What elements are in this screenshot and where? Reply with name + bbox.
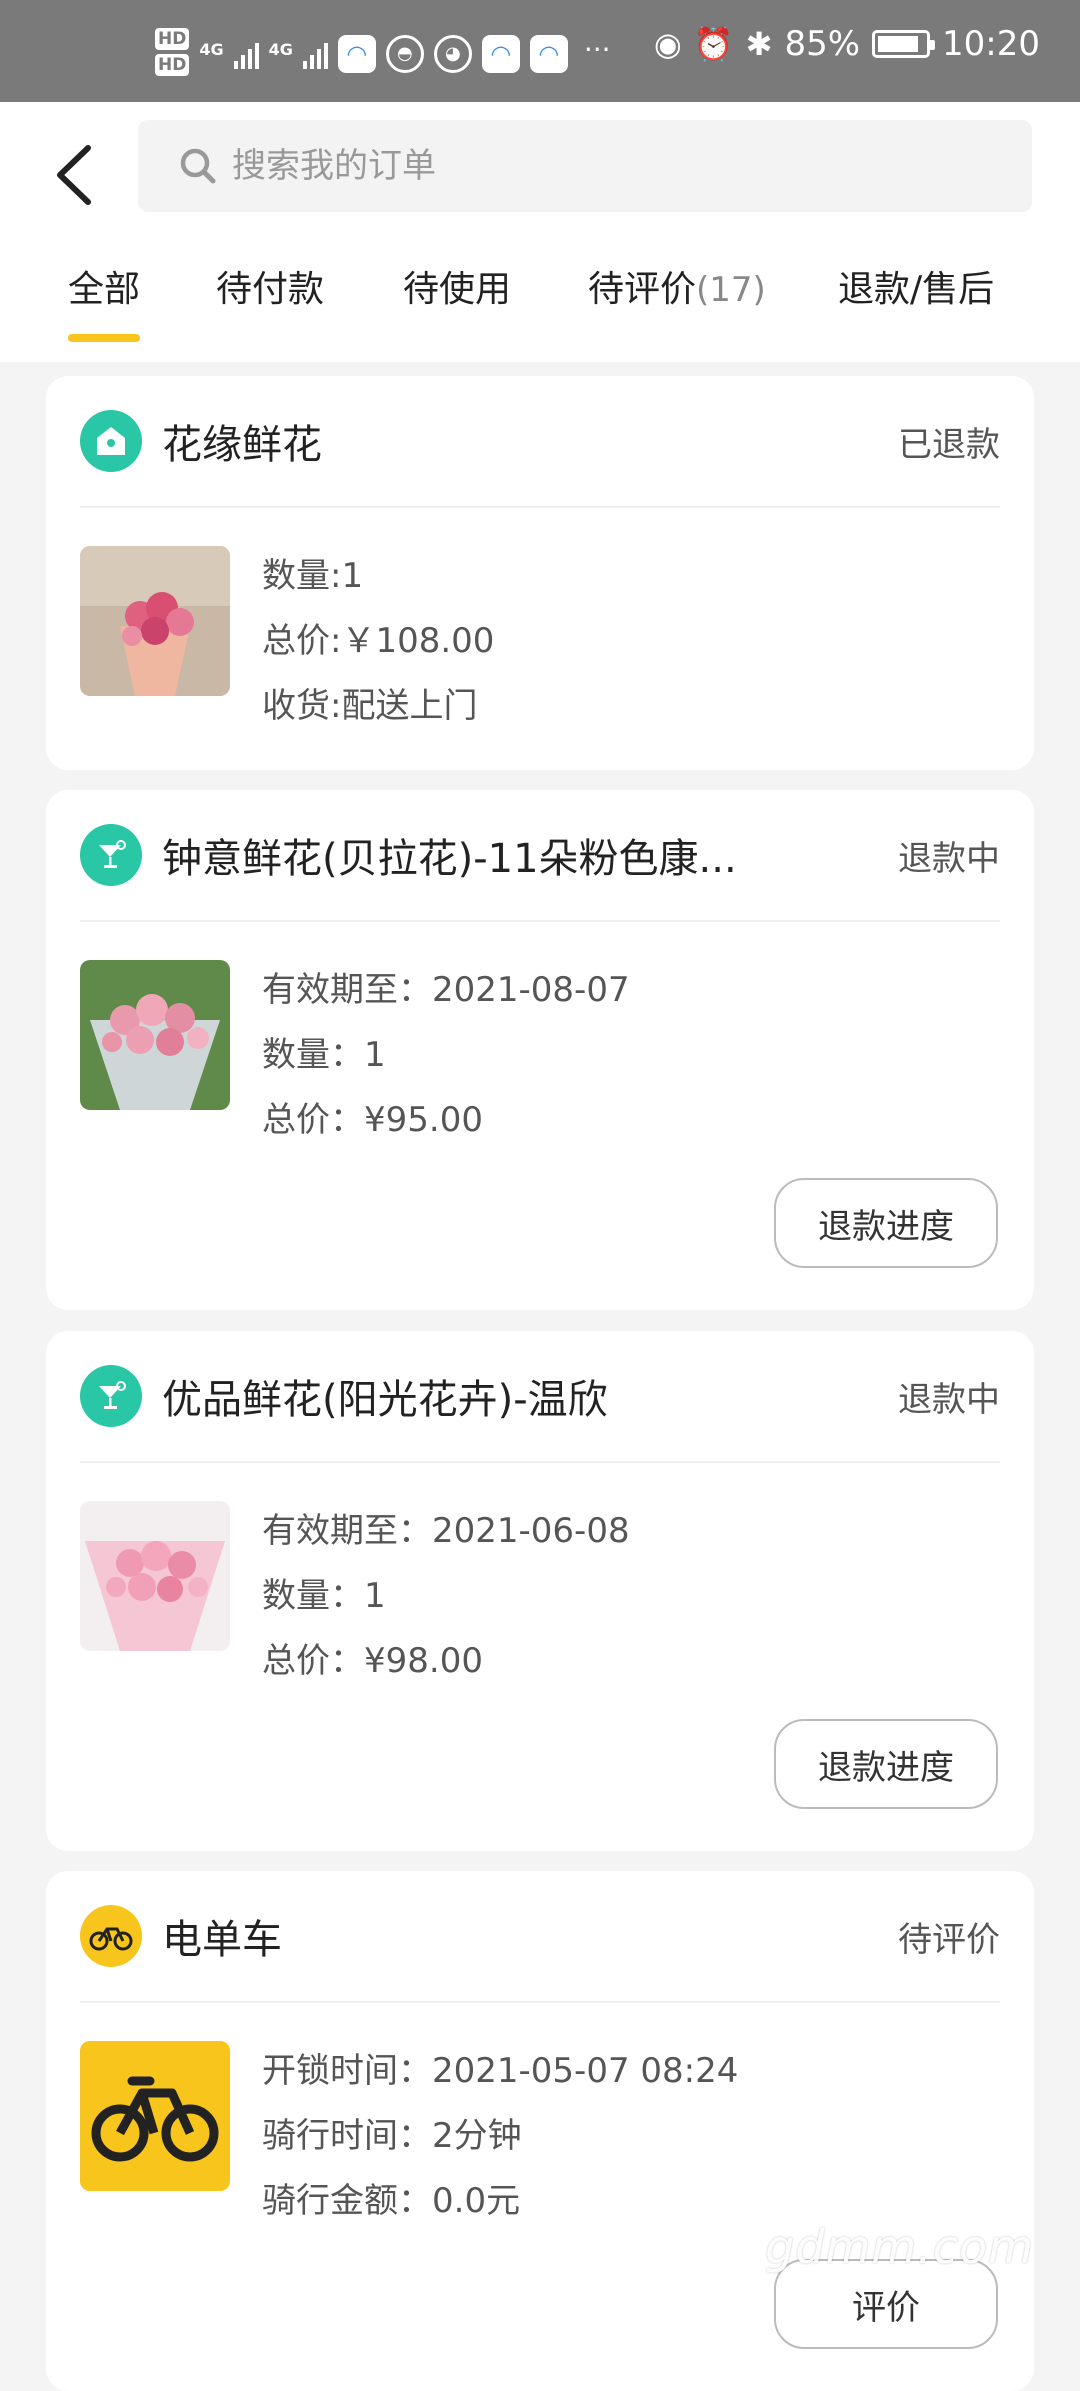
search-bar[interactable] [138,120,1032,212]
shop-name: 钟意鲜花(贝拉花)-11朵粉色康... [162,826,737,884]
product-image-bouquet[interactable] [80,546,230,696]
cocktail-icon [80,824,142,886]
bluetooth-icon: ✱ [746,25,773,63]
header: 全部 待付款 待使用 待评价(17) 退款/售后 [0,102,1080,362]
signal-icon [234,39,259,69]
order-status: 退款中 [898,831,1000,880]
shop-name: 花缘鲜花 [162,412,322,470]
tab-all[interactable]: 全部 [68,260,140,312]
total-price: 总价:￥108.00 [262,609,494,674]
alarm-icon: ⏰ [694,25,734,63]
product-image-bouquet[interactable] [80,1501,230,1651]
ebike-image[interactable] [80,2041,230,2191]
divider [80,2001,1000,2003]
order-status: 已退款 [898,417,1000,466]
app-notification-icon-3: ◠ [530,35,568,73]
quantity: 数量：1 [262,1023,630,1088]
status-bar: HD HD 4G 4G ◠ ◓ ◕ ◠ ◠ ··· ◉ ⏰ ✱ 85% 10:2… [0,0,1080,102]
weather-icon: ◓ [386,35,424,73]
order-status: 退款中 [898,1372,1000,1421]
store-icon [80,410,142,472]
valid-until: 有效期至：2021-06-08 [262,1499,630,1564]
ride-amount: 骑行金额：0.0元 [262,2169,738,2234]
review-count: (17) [696,270,766,310]
clock: 10:20 [942,24,1040,64]
order-card[interactable]: 电单车 待评价 开锁时间：2021-05-07 08:24 骑行时间：2分钟 骑… [46,1871,1034,2391]
ride-duration: 骑行时间：2分钟 [262,2104,738,2169]
tab-pending-review[interactable]: 待评价(17) [588,260,766,312]
quantity: 数量：1 [262,1564,630,1629]
unlock-time: 开锁时间：2021-05-07 08:24 [262,2039,738,2104]
order-card[interactable]: 钟意鲜花(贝拉花)-11朵粉色康... 退款中 有效期至：2021-08-07 … [46,790,1034,1310]
network-type-1: 4G [199,40,223,59]
watermark: gdmm.com [765,2220,1034,2274]
refund-progress-button[interactable]: 退款进度 [774,1719,998,1809]
search-input[interactable] [232,146,932,186]
wechat-icon: ◕ [434,35,472,73]
order-card[interactable]: 花缘鲜花 已退款 数量:1 总价:￥108.00 收货:配送上门 [46,376,1034,770]
cocktail-icon [80,1365,142,1427]
order-card[interactable]: 优品鲜花(阳光花卉)-温欣 退款中 有效期至：2021-06-08 数量：1 总… [46,1331,1034,1851]
delivery-method: 收货:配送上门 [262,674,494,739]
shop-name: 优品鲜花(阳光花卉)-温欣 [162,1367,608,1425]
eye-comfort-icon: ◉ [654,25,682,63]
tab-pending-use[interactable]: 待使用 [403,260,511,312]
network-type-2: 4G [269,40,293,59]
tab-pending-payment[interactable]: 待付款 [216,260,324,312]
total-price: 总价：¥95.00 [262,1088,630,1153]
order-details: 有效期至：2021-08-07 数量：1 总价：¥95.00 [262,958,630,1153]
bicycle-icon [80,1905,142,1967]
battery-percent: 85% [784,24,860,64]
more-notifications-icon: ··· [584,33,611,66]
valid-until: 有效期至：2021-08-07 [262,958,630,1023]
order-status: 待评价 [898,1912,1000,1961]
divider [80,920,1000,922]
hd-indicator: HD HD [155,28,189,80]
refund-progress-button[interactable]: 退款进度 [774,1178,998,1268]
divider [80,1461,1000,1463]
product-image-bouquet[interactable] [80,960,230,1110]
order-details: 数量:1 总价:￥108.00 收货:配送上门 [262,544,494,739]
app-notification-icon: ◠ [338,35,376,73]
order-details: 有效期至：2021-06-08 数量：1 总价：¥98.00 [262,1499,630,1694]
back-arrow-icon[interactable] [50,140,100,210]
shop-name: 电单车 [162,1907,282,1965]
tab-refund-aftersale[interactable]: 退款/售后 [838,260,994,312]
divider [80,506,1000,508]
quantity: 数量:1 [262,544,494,609]
order-details: 开锁时间：2021-05-07 08:24 骑行时间：2分钟 骑行金额：0.0元 [262,2039,738,2234]
app-notification-icon-2: ◠ [482,35,520,73]
battery-icon [872,30,930,58]
signal-icon-2 [303,39,328,69]
search-icon [178,146,218,186]
total-price: 总价：¥98.00 [262,1629,630,1694]
order-tabs: 全部 待付款 待使用 待评价(17) 退款/售后 [0,250,1080,350]
